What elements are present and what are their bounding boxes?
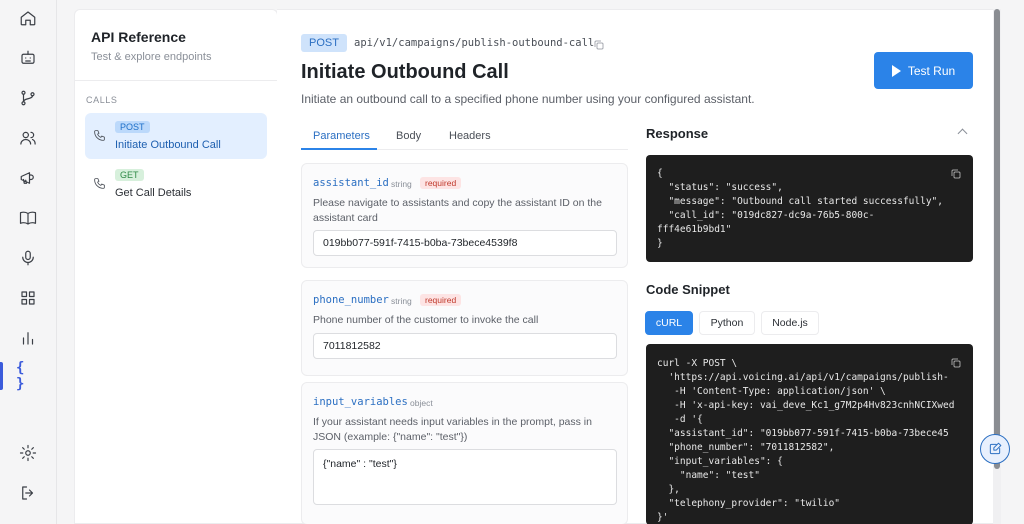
bar-chart-icon[interactable] (16, 326, 40, 350)
endpoint-item-initiate-outbound-call[interactable]: POST Initiate Outbound Call (85, 113, 267, 159)
tab-curl[interactable]: cURL (645, 311, 693, 335)
active-indicator (0, 362, 3, 390)
code-braces-icon[interactable]: { } (16, 360, 40, 392)
tab-nodejs[interactable]: Node.js (761, 311, 819, 335)
param-card-input-variables: input_variables object If your assistant… (301, 382, 628, 524)
divider (75, 80, 277, 81)
tab-headers[interactable]: Headers (449, 130, 491, 142)
tab-underline (301, 148, 377, 150)
required-badge: required (420, 177, 462, 189)
tab-python[interactable]: Python (699, 311, 755, 335)
endpoint-path: api/v1/campaigns/publish-outbound-call (354, 37, 595, 49)
feedback-button[interactable] (980, 434, 1010, 464)
response-code-block: { "status": "success", "message": "Outbo… (646, 155, 973, 262)
phone-icon (93, 129, 107, 143)
section-label: CALLS (86, 95, 118, 105)
param-card-assistant-id: assistant_id string required Please navi… (301, 163, 628, 268)
response-title: Response (646, 126, 709, 141)
home-icon[interactable] (16, 6, 40, 30)
page-title: Initiate Outbound Call (301, 61, 509, 83)
page-description: Initiate an outbound call to a specified… (301, 92, 755, 106)
tab-parameters[interactable]: Parameters (313, 130, 370, 142)
param-name: input_variables (313, 396, 408, 408)
endpoint-sidebar: API Reference Test & explore endpoints C… (74, 9, 278, 524)
copy-icon[interactable] (593, 38, 605, 50)
logout-icon[interactable] (16, 481, 40, 505)
icon-rail: { } (0, 0, 57, 524)
chevron-up-icon[interactable] (957, 128, 968, 139)
required-badge: required (420, 294, 462, 306)
settings-icon[interactable] (16, 441, 40, 465)
edit-note-icon (989, 442, 1002, 455)
sidebar-title: API Reference (91, 29, 186, 45)
sidebar-subtitle: Test & explore endpoints (91, 51, 212, 63)
scrollbar-thumb[interactable] (994, 9, 1000, 469)
main-panel: POST api/v1/campaigns/publish-outbound-c… (277, 9, 996, 524)
test-run-label: Test Run (907, 63, 956, 78)
param-name: phone_number (313, 294, 389, 306)
method-badge: GET (115, 169, 144, 181)
method-pill: POST (301, 34, 347, 52)
phone-number-input[interactable]: 7011812582 (313, 333, 617, 359)
branch-icon[interactable] (16, 86, 40, 110)
tab-body[interactable]: Body (396, 130, 421, 142)
copy-icon[interactable] (950, 167, 962, 179)
snippet-code: curl -X POST \ 'https://api.voicing.ai/a… (657, 358, 955, 523)
users-icon[interactable] (16, 126, 40, 150)
bot-icon[interactable] (16, 46, 40, 70)
test-run-button[interactable]: Test Run (874, 52, 973, 89)
assistant-id-input[interactable]: 019bb077-591f-7415-b0ba-73bece4539f8 (313, 230, 617, 256)
endpoint-item-get-call-details[interactable]: GET Get Call Details (85, 161, 267, 207)
param-name: assistant_id (313, 177, 389, 189)
param-type: object (410, 398, 433, 408)
code-snippet-title: Code Snippet (646, 282, 730, 297)
grid-icon[interactable] (16, 286, 40, 310)
method-badge: POST (115, 121, 150, 133)
input-variables-textarea[interactable]: {"name" : "test"} (313, 449, 617, 505)
param-card-phone-number: phone_number string required Phone numbe… (301, 280, 628, 376)
book-icon[interactable] (16, 206, 40, 230)
param-type: string (391, 296, 412, 306)
megaphone-icon[interactable] (16, 166, 40, 190)
endpoint-label: Get Call Details (115, 187, 192, 199)
param-description: Please navigate to assistants and copy t… (313, 197, 602, 224)
mic-icon[interactable] (16, 246, 40, 270)
play-icon (891, 64, 901, 77)
copy-icon[interactable] (950, 356, 962, 368)
param-type: string (391, 179, 412, 189)
param-tabs: Parameters Body Headers (301, 122, 628, 150)
snippet-code-block: curl -X POST \ 'https://api.voicing.ai/a… (646, 344, 973, 524)
response-body: { "status": "success", "message": "Outbo… (657, 168, 943, 249)
param-description: If your assistant needs input variables … (313, 416, 592, 443)
phone-icon (93, 177, 107, 191)
param-description: Phone number of the customer to invoke t… (313, 314, 539, 326)
endpoint-label: Initiate Outbound Call (115, 139, 221, 151)
